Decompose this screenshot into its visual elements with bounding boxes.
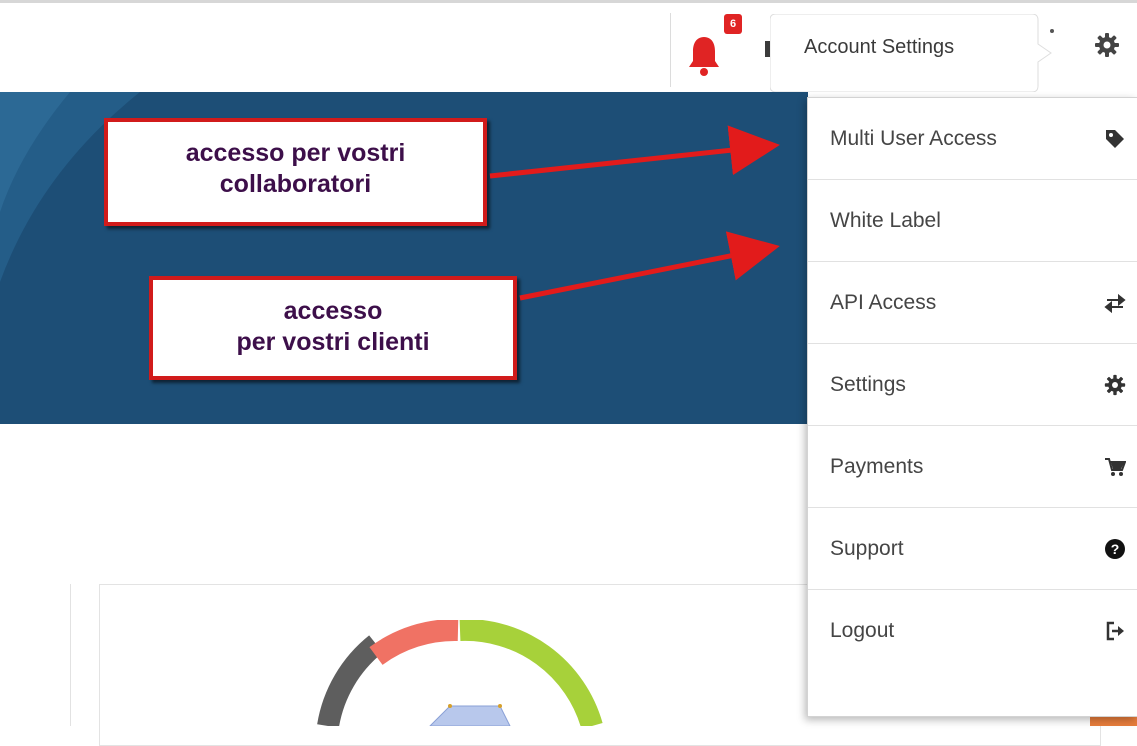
notification-count-badge: 6 [724, 14, 742, 34]
account-settings-gear-icon[interactable] [1094, 32, 1120, 58]
callout-line: accesso per vostri [185, 139, 406, 167]
menu-item-logout[interactable]: Logout [808, 590, 1137, 672]
menu-item-label: White Label [830, 208, 941, 232]
sign-out-icon [1103, 619, 1127, 643]
account-dropdown-menu: Multi User Access White Label API Access… [807, 97, 1137, 717]
menu-item-support[interactable]: Support ? [808, 508, 1137, 590]
menu-item-label: Settings [830, 372, 906, 396]
menu-item-label: Multi User Access [830, 126, 997, 150]
gear-icon [1103, 373, 1127, 397]
callout-line: accesso [283, 297, 383, 325]
menu-item-api-access[interactable]: API Access [808, 262, 1137, 344]
menu-item-payments[interactable]: Payments [808, 426, 1137, 508]
svg-text:?: ? [1111, 541, 1120, 557]
menu-item-label: Payments [830, 454, 924, 478]
annotation-callout-collaborators: accesso per vostri collaboratori [104, 118, 487, 226]
menu-item-settings[interactable]: Settings [808, 344, 1137, 426]
tag-icon [1103, 127, 1127, 151]
notifications-bell-icon[interactable] [684, 33, 724, 77]
gauge-chart [317, 620, 603, 726]
exchange-icon [1103, 291, 1127, 315]
tooltip-label: Account Settings [804, 36, 955, 58]
menu-item-label: Support [830, 536, 904, 560]
callout-line: collaboratori [219, 170, 372, 198]
menu-item-white-label[interactable]: White Label [808, 180, 1137, 262]
corner-tab[interactable] [1090, 717, 1137, 726]
menu-item-label: Logout [830, 619, 895, 642]
menu-item-multi-user-access[interactable]: Multi User Access [808, 98, 1137, 180]
panel-divider [70, 584, 71, 726]
cart-icon [1103, 455, 1127, 479]
annotation-callout-clients: accesso per vostri clienti [149, 276, 517, 380]
menu-item-label: API Access [830, 290, 937, 314]
question-circle-icon: ? [1103, 537, 1127, 561]
topbar-divider [670, 13, 671, 87]
callout-line: per vostri clienti [236, 328, 430, 356]
